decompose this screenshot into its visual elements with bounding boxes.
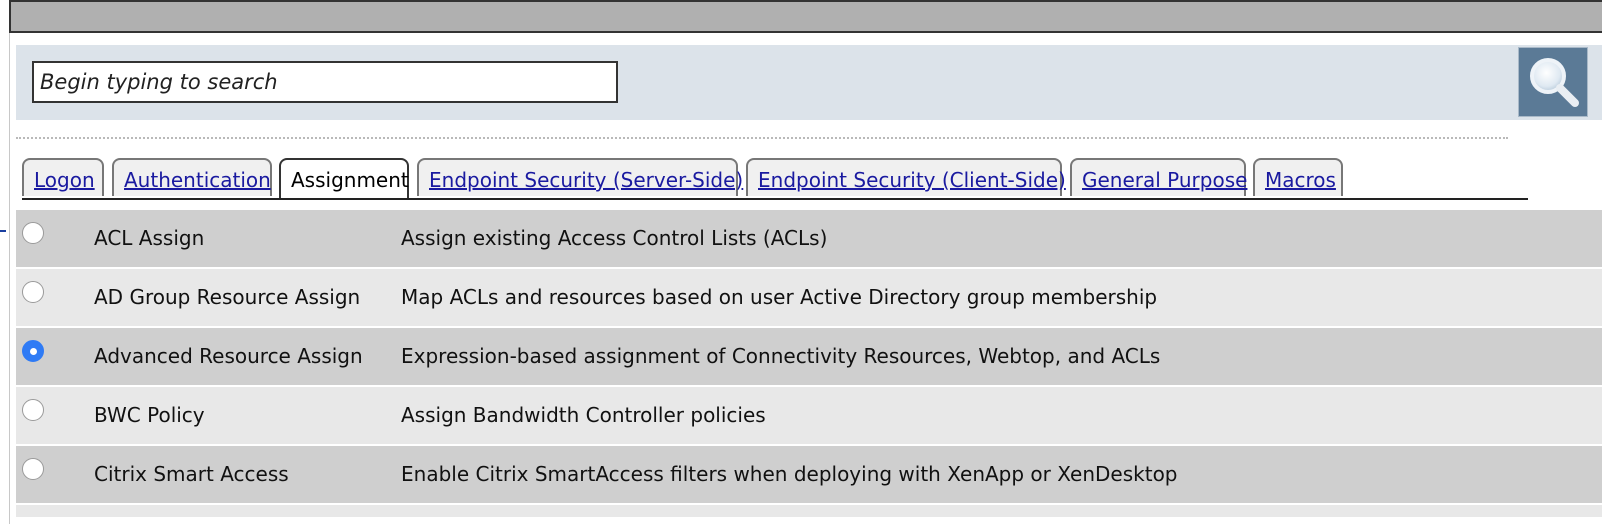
search-input[interactable] xyxy=(32,61,618,103)
item-radio[interactable] xyxy=(22,399,44,421)
search-panel xyxy=(16,45,1602,120)
list-item[interactable]: Advanced Resource Assign Expression-base… xyxy=(16,328,1602,387)
item-name: BWC Policy xyxy=(94,403,205,427)
tab-label: Logon xyxy=(34,168,95,192)
tab-label: Macros xyxy=(1265,168,1336,192)
item-name: Citrix Smart Access xyxy=(94,462,289,486)
item-description: Enable Citrix SmartAccess filters when d… xyxy=(401,462,1178,486)
tab-bar: Logon Authentication Assignment Endpoint… xyxy=(22,158,1528,200)
tab-macros[interactable]: Macros xyxy=(1253,158,1343,196)
item-radio[interactable] xyxy=(22,281,44,303)
list-item[interactable]: BWC Policy Assign Bandwidth Controller p… xyxy=(16,387,1602,446)
edge-link-fragment xyxy=(0,208,6,232)
list-item[interactable]: ACL Assign Assign existing Access Contro… xyxy=(16,210,1602,269)
tab-label: Authentication xyxy=(124,168,271,192)
left-window-edge xyxy=(0,0,10,524)
tab-label: Endpoint Security (Server-Side) xyxy=(429,168,744,192)
tab-label: Assignment xyxy=(291,168,409,192)
tab-general-purpose[interactable]: General Purpose xyxy=(1070,158,1248,196)
search-button[interactable] xyxy=(1518,47,1588,117)
item-description: Expression-based assignment of Connectiv… xyxy=(401,344,1161,368)
item-name: Advanced Resource Assign xyxy=(94,344,363,368)
list-item[interactable]: AD Group Resource Assign Map ACLs and re… xyxy=(16,269,1602,328)
tab-label: Endpoint Security (Client-Side) xyxy=(758,168,1066,192)
assignment-item-list: ACL Assign Assign existing Access Contro… xyxy=(16,210,1602,517)
tab-logon[interactable]: Logon xyxy=(22,158,104,196)
tab-authentication[interactable]: Authentication xyxy=(112,158,272,196)
item-description: Map ACLs and resources based on user Act… xyxy=(401,285,1158,309)
item-radio-selected[interactable] xyxy=(22,340,44,362)
tab-endpoint-security-client-side[interactable]: Endpoint Security (Client-Side) xyxy=(746,158,1066,196)
item-name: ACL Assign xyxy=(94,226,205,250)
item-radio[interactable] xyxy=(22,458,44,480)
dialog-title-bar xyxy=(9,0,1602,33)
dotted-separator xyxy=(16,137,1508,139)
tab-label: General Purpose xyxy=(1082,168,1248,192)
list-item-partial xyxy=(16,505,1602,517)
magnifier-icon xyxy=(1530,58,1579,107)
item-description: Assign Bandwidth Controller policies xyxy=(401,403,766,427)
tab-endpoint-security-server-side[interactable]: Endpoint Security (Server-Side) xyxy=(417,158,743,196)
item-radio[interactable] xyxy=(22,222,44,244)
item-description: Assign existing Access Control Lists (AC… xyxy=(401,226,828,250)
list-item[interactable]: Citrix Smart Access Enable Citrix SmartA… xyxy=(16,446,1602,505)
item-name: AD Group Resource Assign xyxy=(94,285,361,309)
tab-assignment[interactable]: Assignment xyxy=(279,158,409,198)
